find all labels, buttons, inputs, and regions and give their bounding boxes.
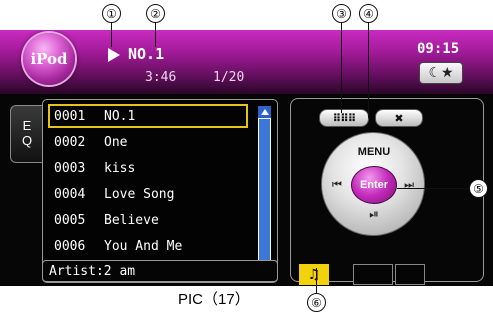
scroll-up-button[interactable]	[258, 106, 271, 118]
source-button-2[interactable]	[353, 264, 393, 285]
eq-tab[interactable]: E Q	[10, 105, 44, 163]
clock: 09:15	[417, 41, 460, 57]
enter-button[interactable]: Enter	[351, 166, 397, 204]
keypad-icon: ⠿⠿⠿	[332, 111, 357, 125]
header-bar: iPod NO.1 3:46 1/20 09:15 ☾★	[0, 30, 493, 94]
keypad-button[interactable]: ⠿⠿⠿	[319, 109, 369, 127]
callout-3: ③	[332, 4, 351, 23]
play-state-icon	[108, 48, 120, 62]
scrollbar-thumb[interactable]	[259, 119, 270, 264]
list-item[interactable]: 0005 Believe	[48, 208, 248, 232]
tools-icon: ✖	[394, 111, 404, 125]
leader-line-6	[316, 268, 317, 293]
eq-tab-label-q: Q	[21, 133, 33, 148]
leader-line-2	[155, 23, 156, 47]
track-position: 1/20	[213, 70, 245, 85]
track-title: NO.1	[128, 45, 165, 63]
artist-display: Artist:2 am	[42, 260, 278, 282]
track-name: NO.1	[104, 108, 136, 124]
callout-4: ④	[359, 4, 378, 23]
track-name: You And Me	[104, 238, 183, 254]
callout-6: ⑥	[307, 293, 326, 312]
track-name: One	[104, 134, 128, 150]
arrow-up-icon	[260, 109, 269, 115]
music-note-icon: ♫	[307, 266, 321, 283]
music-source-button[interactable]: ♫	[299, 264, 329, 285]
eq-tab-label-e: E	[22, 118, 32, 133]
callout-2: ②	[146, 4, 165, 23]
track-number: 0004	[54, 186, 86, 202]
list-item[interactable]: 0002 One	[48, 130, 248, 154]
track-name: kiss	[104, 160, 136, 176]
leader-line-5	[397, 188, 469, 189]
leader-line-1	[111, 23, 112, 47]
elapsed-time: 3:46	[145, 70, 177, 85]
leader-line-3	[341, 23, 342, 113]
track-number: 0005	[54, 212, 86, 228]
settings-button[interactable]: ✖	[375, 109, 423, 127]
track-number: 0002	[54, 134, 86, 150]
track-number: 0006	[54, 238, 86, 254]
moon-star-icon: ☾★	[428, 65, 454, 81]
control-panel: ⠿⠿⠿ ✖ MENU ⏮ ⏭ ⏯ Enter ♫	[290, 98, 484, 285]
callout-1: ①	[102, 4, 121, 23]
list-item[interactable]: 0004 Love Song	[48, 182, 248, 206]
track-name: Love Song	[104, 186, 175, 202]
track-number: 0001	[54, 108, 86, 124]
list-item[interactable]: 0003 kiss	[48, 156, 248, 180]
ipod-logo[interactable]: iPod	[23, 33, 75, 85]
next-track-icon[interactable]: ⏭	[404, 178, 414, 192]
play-pause-icon[interactable]: ⏯	[322, 207, 426, 222]
callout-5: ⑤	[469, 179, 488, 198]
control-wheel[interactable]: MENU ⏮ ⏭ ⏯ Enter	[321, 132, 425, 236]
track-number: 0003	[54, 160, 86, 176]
list-item[interactable]: 0001 NO.1	[48, 104, 248, 128]
source-button-3[interactable]	[395, 264, 425, 285]
playlist: 0001 NO.1 0002 One 0003 kiss 0004 Love S…	[42, 99, 278, 283]
scrollbar[interactable]	[258, 106, 271, 276]
ipod-screen: iPod NO.1 3:46 1/20 09:15 ☾★ E Q 0001 NO…	[0, 30, 493, 286]
figure-caption: PIC（17）	[178, 291, 250, 308]
menu-button[interactable]: MENU	[322, 146, 426, 158]
list-item[interactable]: 0006 You And Me	[48, 234, 248, 258]
night-mode-button[interactable]: ☾★	[419, 62, 463, 84]
leader-line-4	[368, 23, 369, 118]
track-name: Believe	[104, 212, 159, 228]
previous-track-icon[interactable]: ⏮	[332, 178, 342, 192]
